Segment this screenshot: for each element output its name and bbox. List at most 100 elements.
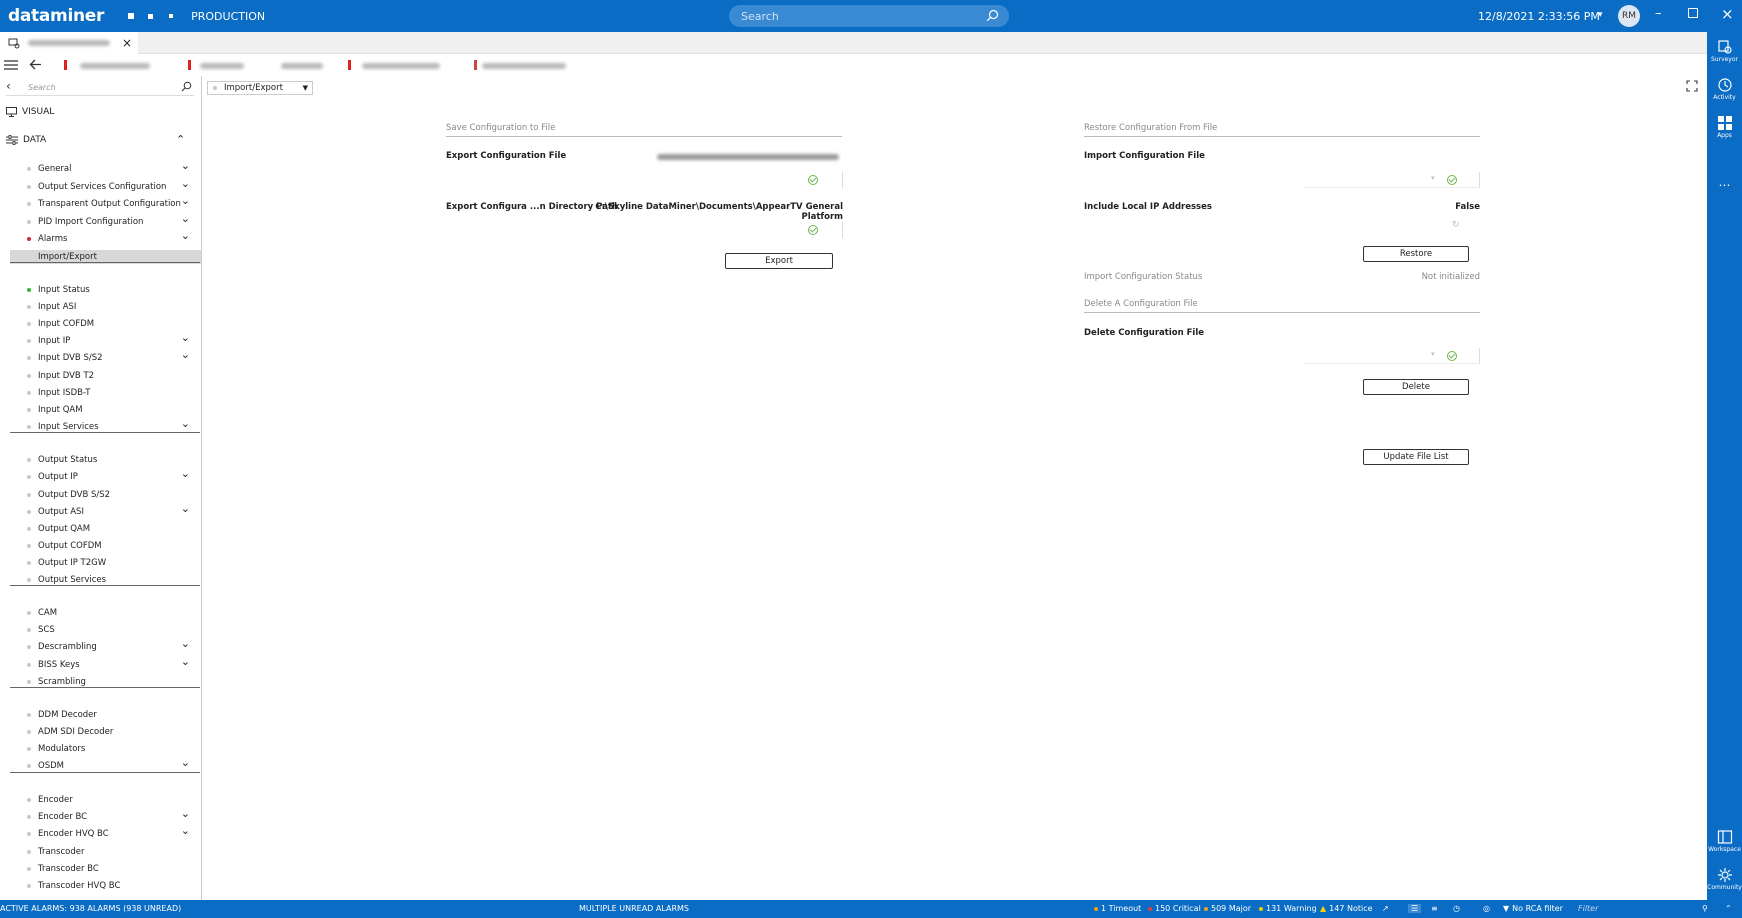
workspace-app[interactable]: Workspace	[1707, 829, 1742, 853]
search-icon[interactable]	[986, 9, 999, 22]
chevron-down-icon[interactable]: ⌄	[181, 807, 190, 821]
timeout-counter[interactable]: 1 Timeout	[1094, 904, 1141, 913]
data-collapse-chevron-icon[interactable]: ⌃	[176, 133, 185, 146]
hamburger-menu-icon[interactable]	[4, 60, 18, 70]
include-ip-refresh-icon[interactable]: ↻	[1452, 220, 1460, 230]
sidebar-item[interactable]: Transcoder BC	[27, 862, 201, 876]
sidebar-item[interactable]: Input ISDB-T	[27, 386, 201, 400]
trend-icon[interactable]: ↗	[1382, 904, 1389, 913]
sidebar-item[interactable]: General ⌄	[27, 159, 201, 176]
chevron-down-icon[interactable]: ⌄	[181, 194, 190, 208]
sidebar-item[interactable]: Output Services Configuration ⌄	[27, 177, 201, 194]
sidebar-item[interactable]: SCS	[27, 623, 201, 637]
close-window-icon[interactable]: ×	[1721, 5, 1734, 23]
sidebar-item[interactable]: Input ASI	[27, 300, 201, 314]
import-file-confirm-icon[interactable]	[1447, 175, 1457, 185]
more-icon[interactable]: ⋯	[1707, 178, 1742, 192]
sidebar-item[interactable]: Output Status	[27, 453, 201, 467]
sidebar-item[interactable]: Encoder BC ⌄	[27, 807, 201, 824]
sidebar-item[interactable]: Input IP ⌄	[27, 331, 201, 348]
expand-alarms-chevron-icon[interactable]: ⌃	[1725, 904, 1732, 913]
sidebar-item[interactable]: CAM	[27, 606, 201, 620]
delete-button[interactable]: Delete	[1363, 379, 1469, 395]
chevron-down-icon[interactable]: ⌄	[181, 159, 190, 173]
export-dir-confirm-icon[interactable]	[808, 225, 818, 235]
warning-counter[interactable]: 131 Warning	[1259, 904, 1317, 913]
avatar[interactable]: RM	[1618, 5, 1640, 27]
notifications-chevron-icon[interactable]: ▾	[1598, 10, 1603, 20]
sidebar-item[interactable]: Transparent Output Configuration ⌄	[27, 194, 201, 211]
activity-app[interactable]: Activity	[1707, 77, 1742, 101]
sidebar-item[interactable]: Input COFDM	[27, 317, 201, 331]
export-button[interactable]: Export	[725, 253, 833, 269]
nav-search-icon[interactable]	[181, 81, 192, 92]
quick-action-2[interactable]	[148, 13, 154, 19]
sidebar-item[interactable]: Output IP ⌄	[27, 467, 201, 484]
sidebar-item[interactable]: Modulators	[27, 742, 201, 756]
sidebar-item[interactable]: ADM SDI Decoder	[27, 725, 201, 739]
sidebar-item[interactable]: Output ASI ⌄	[27, 502, 201, 519]
sidebar-item[interactable]: Input DVB S/S2 ⌄	[27, 348, 201, 365]
delete-file-confirm-icon[interactable]	[1447, 351, 1457, 361]
crumb-3-blurred[interactable]	[281, 63, 323, 69]
sidebar-item[interactable]: Output QAM	[27, 522, 201, 536]
sort-icon[interactable]: ≡	[1431, 904, 1438, 913]
back-arrow-icon[interactable]	[29, 59, 42, 70]
alarm-search-icon[interactable]: ⚲	[1702, 904, 1708, 913]
chevron-down-icon[interactable]: ⌄	[181, 502, 190, 516]
close-tab-icon[interactable]: ×	[122, 36, 132, 50]
import-file-chevron-icon[interactable]: ▾	[1431, 174, 1435, 182]
crumb-2-blurred[interactable]	[200, 63, 244, 69]
quick-action-3[interactable]	[169, 14, 174, 18]
chevron-down-icon[interactable]: ⌄	[181, 348, 190, 362]
chevron-down-icon[interactable]: ⌄	[181, 756, 190, 770]
data-card[interactable]: DATA	[6, 135, 46, 145]
sidebar-item[interactable]: Descrambling ⌄	[27, 637, 201, 654]
chevron-down-icon[interactable]: ⌄	[181, 467, 190, 481]
rca-filter[interactable]: ▼ No RCA filter	[1503, 904, 1563, 913]
surveyor-app[interactable]: Surveyor	[1707, 39, 1742, 63]
history-icon[interactable]: ◷	[1453, 904, 1460, 913]
chevron-down-icon[interactable]: ⌄	[181, 417, 190, 431]
sidebar-item[interactable]: Alarms ⌄	[27, 229, 201, 246]
global-search-input[interactable]: Search	[729, 5, 1009, 27]
major-counter[interactable]: 509 Major	[1204, 904, 1251, 913]
sidebar-item[interactable]: Input DVB T2	[27, 369, 201, 383]
minimize-icon[interactable]: –	[1655, 6, 1662, 21]
restore-button[interactable]: Restore	[1363, 246, 1469, 262]
fullscreen-icon[interactable]	[1686, 80, 1698, 92]
sidebar-item[interactable]: Input QAM	[27, 403, 201, 417]
list-view-icon[interactable]: ☰	[1408, 904, 1422, 913]
maximize-icon[interactable]	[1688, 8, 1698, 18]
page-selector-dropdown[interactable]: Import/Export ▼	[207, 81, 313, 95]
sidebar-item[interactable]: Output DVB S/S2	[27, 488, 201, 502]
sidebar-item[interactable]: Encoder	[27, 793, 201, 807]
notice-counter[interactable]: ▲ 147 Notice	[1320, 904, 1373, 913]
crumb-4-blurred[interactable]	[362, 63, 440, 69]
alarm-filter-input[interactable]: Filter	[1578, 904, 1708, 913]
chevron-down-icon[interactable]: ⌄	[181, 637, 190, 651]
export-file-confirm-icon[interactable]	[808, 175, 818, 185]
sidebar-item[interactable]: Encoder HVQ BC ⌄	[27, 824, 201, 841]
apps-app[interactable]: Apps	[1707, 115, 1742, 139]
sidebar-item[interactable]: DDM Decoder	[27, 708, 201, 722]
quick-action-1[interactable]	[128, 13, 135, 19]
chevron-down-icon[interactable]: ⌄	[181, 212, 190, 226]
visual-card[interactable]: VISUAL	[6, 107, 54, 117]
rca-focus-icon[interactable]: ◎	[1483, 904, 1490, 913]
update-file-list-button[interactable]: Update File List	[1363, 449, 1469, 465]
sidebar-item[interactable]: Output IP T2GW	[27, 556, 201, 570]
chevron-down-icon[interactable]: ⌄	[181, 824, 190, 838]
sidebar-item[interactable]: PID Import Configuration ⌄	[27, 212, 201, 229]
sidebar-item[interactable]: Input Status	[27, 283, 201, 297]
chevron-down-icon[interactable]: ⌄	[181, 229, 190, 243]
crumb-5-blurred[interactable]	[482, 63, 566, 69]
community-app[interactable]: Community	[1707, 867, 1742, 891]
sidebar-item[interactable]: Transcoder	[27, 845, 201, 859]
crumb-1-blurred[interactable]	[80, 63, 150, 69]
chevron-down-icon[interactable]: ⌄	[181, 177, 190, 191]
element-tab[interactable]: ×	[0, 32, 138, 54]
chevron-down-icon[interactable]: ⌄	[181, 655, 190, 669]
critical-counter[interactable]: 150 Critical	[1148, 904, 1201, 913]
sidebar-item[interactable]: BISS Keys ⌄	[27, 655, 201, 672]
